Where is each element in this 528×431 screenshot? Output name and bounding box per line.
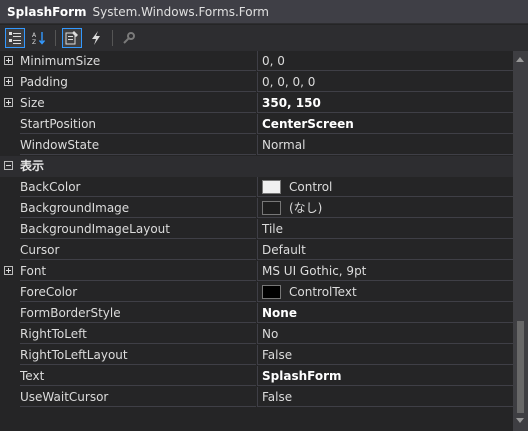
property-name: Padding bbox=[20, 72, 256, 92]
property-value[interactable]: Control bbox=[257, 177, 513, 197]
toolbar-separator bbox=[55, 30, 56, 46]
alphabetical-button[interactable]: A Z bbox=[29, 28, 49, 48]
scroll-up-icon[interactable] bbox=[516, 57, 524, 62]
property-value-text: False bbox=[262, 390, 293, 404]
property-name: ForeColor bbox=[20, 282, 256, 302]
vertical-scrollbar[interactable] bbox=[513, 51, 528, 431]
events-button[interactable] bbox=[86, 28, 106, 48]
property-pages-button[interactable] bbox=[119, 28, 139, 48]
property-name: FormBorderStyle bbox=[20, 303, 256, 323]
property-name: WindowState bbox=[20, 135, 256, 155]
property-row[interactable]: BackgroundImage (なし) bbox=[0, 198, 513, 219]
property-value[interactable]: Tile bbox=[257, 219, 513, 239]
property-value-text: 0, 0 bbox=[262, 54, 285, 68]
property-name: Text bbox=[20, 366, 256, 386]
property-row[interactable]: BackColor Control bbox=[0, 177, 513, 198]
property-name: BackColor bbox=[20, 177, 256, 197]
svg-text:Z: Z bbox=[32, 39, 36, 45]
property-value[interactable]: SplashForm bbox=[257, 366, 513, 386]
scroll-thumb[interactable] bbox=[517, 321, 524, 413]
property-value-text: CenterScreen bbox=[262, 117, 354, 131]
property-value-text: 350, 150 bbox=[262, 96, 321, 110]
property-row[interactable]: FormBorderStyle None bbox=[0, 303, 513, 324]
expand-icon[interactable] bbox=[4, 266, 13, 275]
property-value[interactable]: CenterScreen bbox=[257, 114, 513, 134]
property-row[interactable]: Font MS UI Gothic, 9pt bbox=[0, 261, 513, 282]
property-row[interactable]: Padding 0, 0, 0, 0 bbox=[0, 72, 513, 93]
property-name: UseWaitCursor bbox=[20, 387, 256, 407]
property-value-text: Tile bbox=[262, 222, 284, 236]
color-swatch bbox=[262, 200, 281, 215]
property-value[interactable]: MS UI Gothic, 9pt bbox=[257, 261, 513, 281]
property-value-text: Normal bbox=[262, 138, 306, 152]
property-pages-icon bbox=[123, 32, 135, 44]
property-value[interactable]: (なし) bbox=[257, 198, 513, 218]
categorized-icon bbox=[9, 32, 21, 44]
property-grid: MinimumSize 0, 0 Padding 0, 0, 0, 0 Size 350,… bbox=[0, 51, 513, 431]
color-swatch bbox=[262, 284, 281, 299]
property-value[interactable]: False bbox=[257, 345, 513, 365]
property-row[interactable]: MinimumSize 0, 0 bbox=[0, 51, 513, 72]
object-name: SplashForm bbox=[7, 4, 87, 19]
property-value-text: None bbox=[262, 306, 297, 320]
property-row[interactable]: Size 350, 150 bbox=[0, 93, 513, 114]
property-value-text: False bbox=[262, 348, 293, 362]
property-row[interactable]: RightToLeftLayout False bbox=[0, 345, 513, 366]
property-value[interactable]: Normal bbox=[257, 135, 513, 155]
property-toolbar: A Z bbox=[0, 25, 528, 51]
property-value-text: No bbox=[262, 327, 279, 341]
property-value-text: Control bbox=[289, 180, 333, 194]
property-value[interactable]: None bbox=[257, 303, 513, 323]
property-value-text: 0, 0, 0, 0 bbox=[262, 75, 316, 89]
property-value[interactable]: 0, 0 bbox=[257, 51, 513, 71]
property-row[interactable]: StartPosition CenterScreen bbox=[0, 114, 513, 135]
property-name: BackgroundImage bbox=[20, 198, 256, 218]
property-value[interactable]: No bbox=[257, 324, 513, 344]
property-value[interactable]: False bbox=[257, 387, 513, 407]
property-row[interactable]: WindowState Normal bbox=[0, 135, 513, 156]
events-icon bbox=[92, 31, 100, 45]
property-name: BackgroundImageLayout bbox=[20, 219, 256, 239]
property-name: Cursor bbox=[20, 240, 256, 260]
color-swatch bbox=[262, 179, 281, 194]
property-name: RightToLeftLayout bbox=[20, 345, 256, 365]
collapse-icon[interactable] bbox=[4, 161, 13, 170]
property-value-text: (なし) bbox=[289, 201, 323, 215]
property-row[interactable]: ForeColor ControlText bbox=[0, 282, 513, 303]
property-value[interactable]: 0, 0, 0, 0 bbox=[257, 72, 513, 92]
property-row[interactable]: Cursor Default bbox=[0, 240, 513, 261]
property-value-text: Default bbox=[262, 243, 306, 257]
properties-icon bbox=[65, 31, 78, 45]
property-row[interactable]: RightToLeft No bbox=[0, 324, 513, 345]
property-row[interactable]: Text SplashForm bbox=[0, 366, 513, 387]
svg-text:A: A bbox=[32, 32, 37, 39]
property-value[interactable]: ControlText bbox=[257, 282, 513, 302]
category-label: 表示 bbox=[20, 159, 45, 173]
property-name: StartPosition bbox=[20, 114, 256, 134]
property-name: Font bbox=[20, 261, 256, 281]
alphabetical-icon: A Z bbox=[32, 32, 46, 45]
property-value-text: SplashForm bbox=[262, 369, 342, 383]
property-value-text: MS UI Gothic, 9pt bbox=[262, 264, 367, 278]
property-name: Size bbox=[20, 93, 256, 113]
categorized-button[interactable] bbox=[5, 28, 25, 48]
properties-button[interactable] bbox=[62, 28, 82, 48]
toolbar-separator-2 bbox=[112, 30, 113, 46]
category-row[interactable]: 表示 bbox=[0, 156, 513, 177]
scroll-down-icon[interactable] bbox=[516, 418, 524, 423]
expand-icon[interactable] bbox=[4, 77, 13, 86]
object-selector[interactable]: SplashForm System.Windows.Forms.Form bbox=[0, 0, 528, 24]
expand-icon[interactable] bbox=[4, 98, 13, 107]
property-row[interactable]: BackgroundImageLayout Tile bbox=[0, 219, 513, 240]
object-type: System.Windows.Forms.Form bbox=[92, 4, 269, 19]
property-name: MinimumSize bbox=[20, 51, 256, 71]
property-name: RightToLeft bbox=[20, 324, 256, 344]
property-value-text: ControlText bbox=[289, 285, 357, 299]
property-row[interactable]: UseWaitCursor False bbox=[0, 387, 513, 408]
property-value[interactable]: 350, 150 bbox=[257, 93, 513, 113]
property-value[interactable]: Default bbox=[257, 240, 513, 260]
expand-icon[interactable] bbox=[4, 56, 13, 65]
